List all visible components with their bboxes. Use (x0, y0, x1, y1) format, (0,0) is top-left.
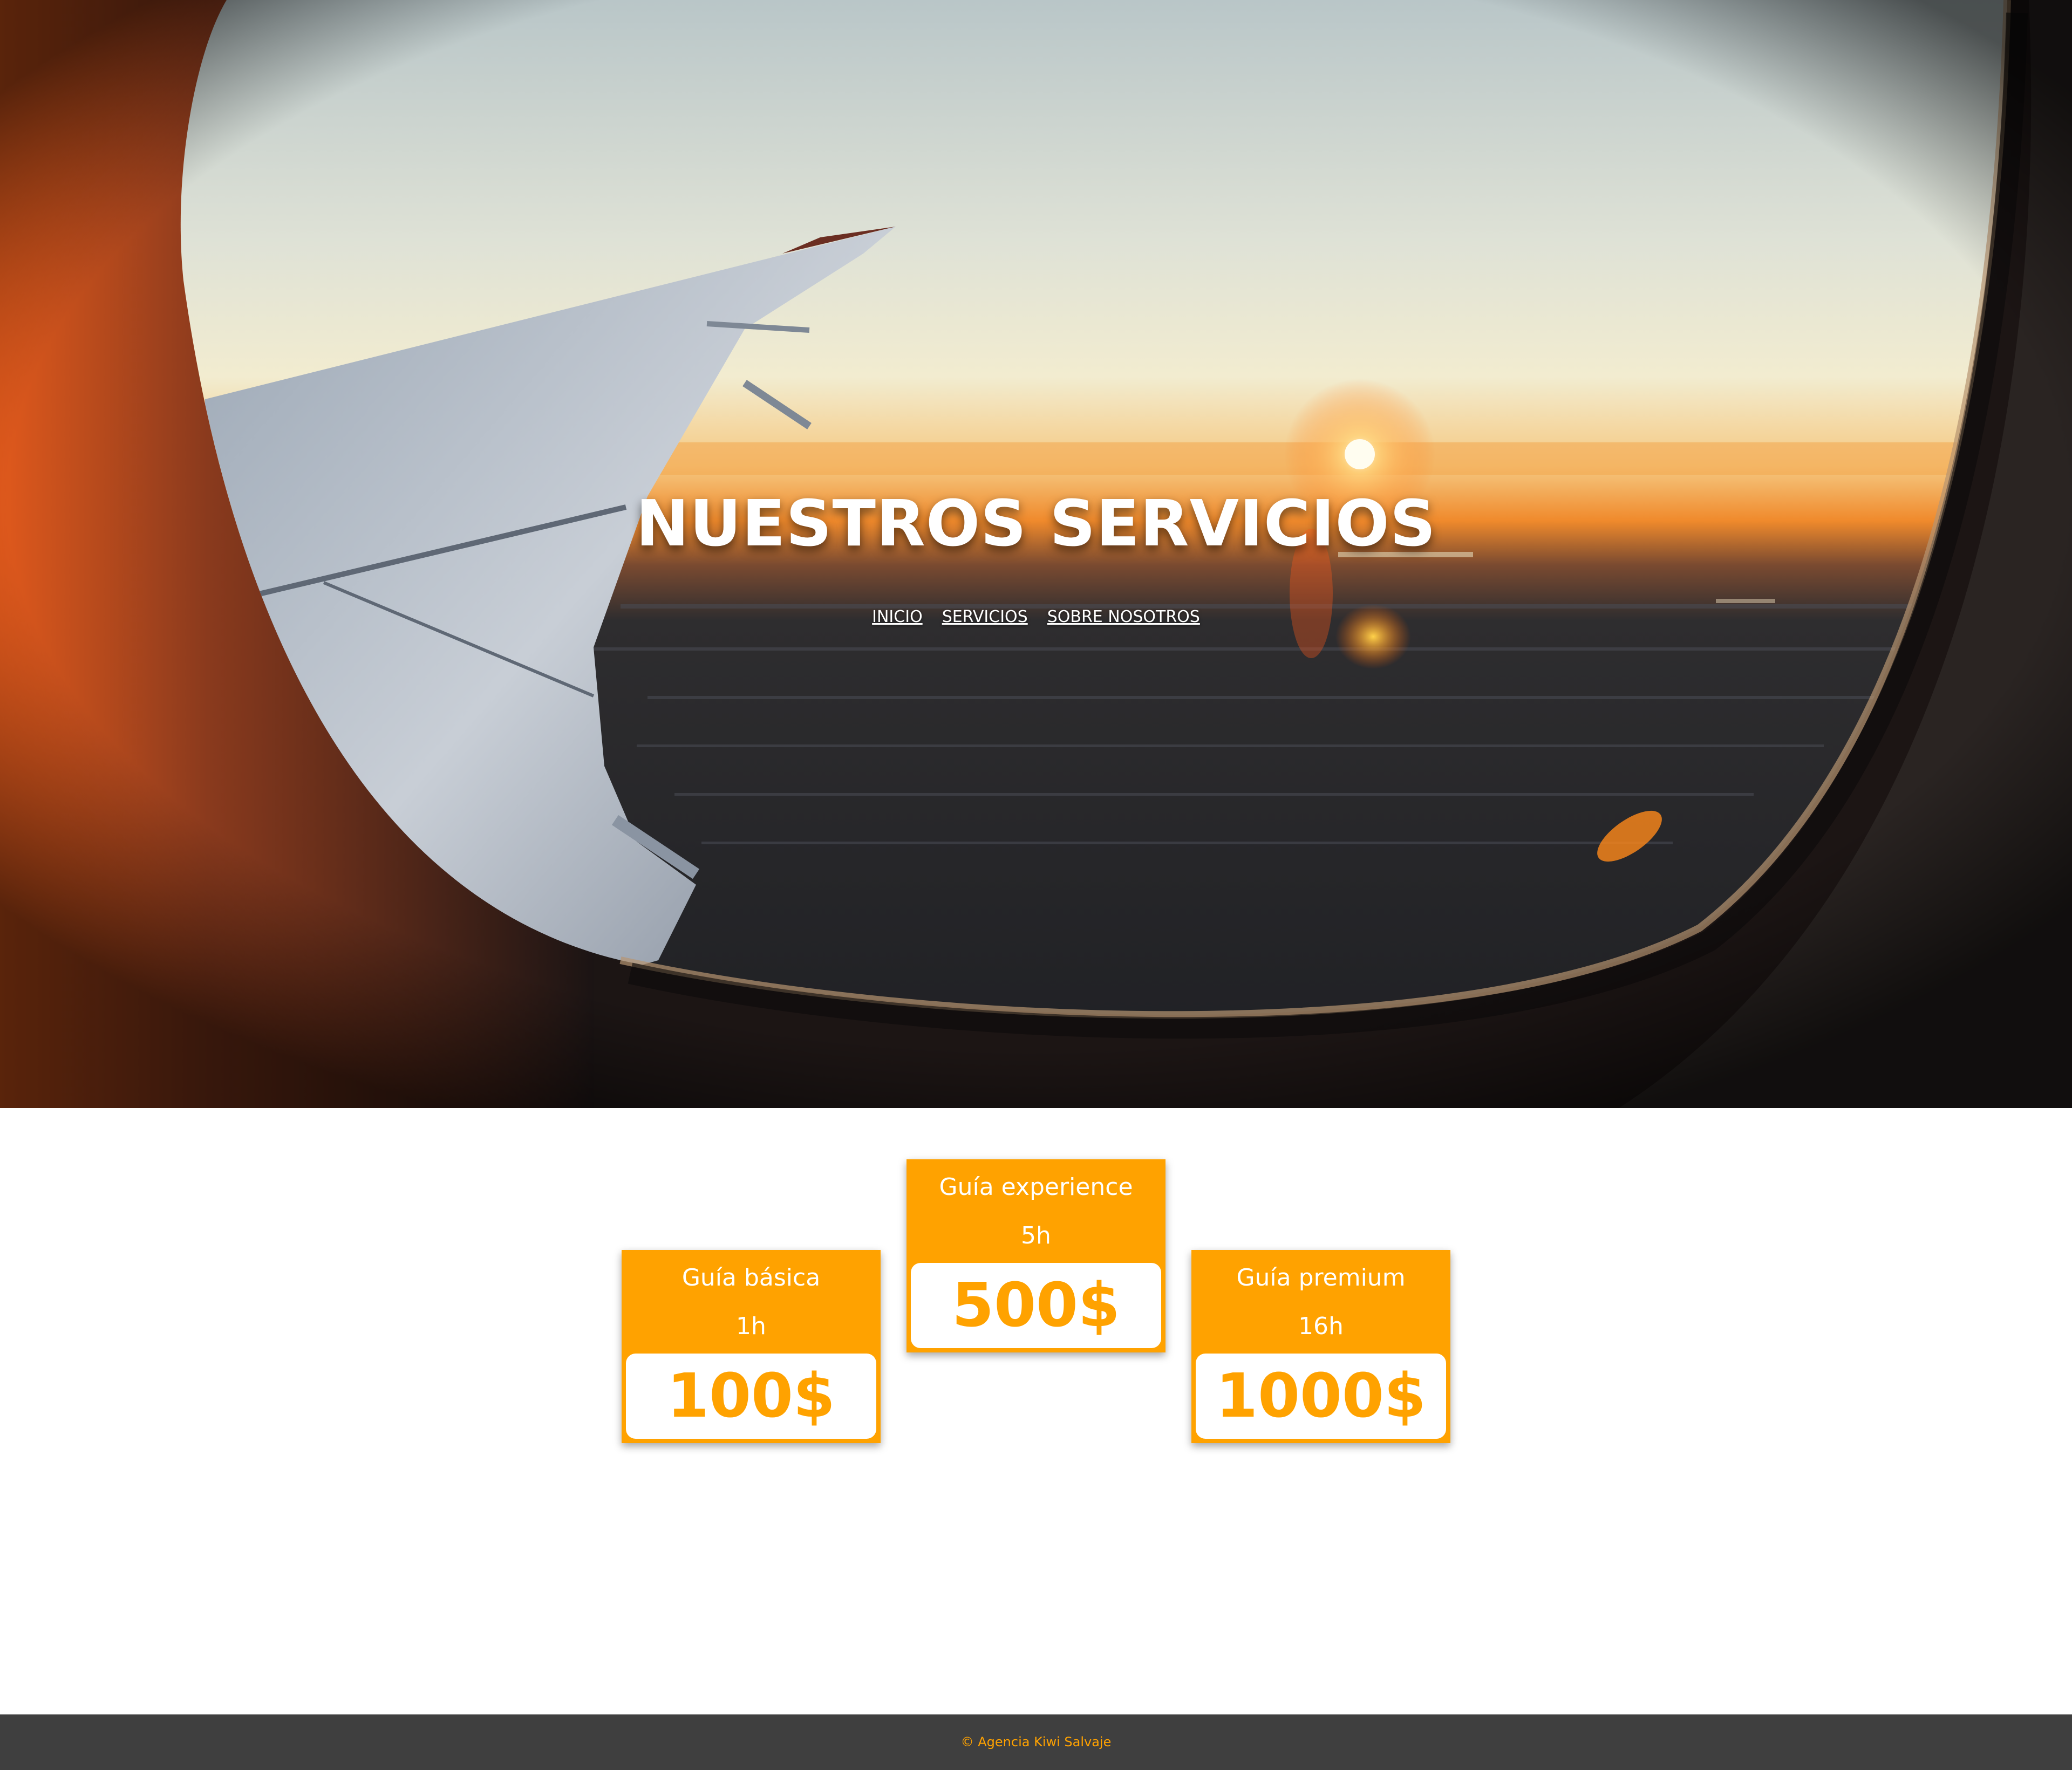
footer-copyright: © Agencia Kiwi Salvaje (960, 1734, 1112, 1750)
price-box: 500$ (911, 1263, 1161, 1348)
nav-link-inicio[interactable]: INICIO (872, 604, 923, 630)
footer: © Agencia Kiwi Salvaje (0, 1714, 2072, 1770)
service-duration: 5h (1021, 1222, 1051, 1249)
page-title: NUESTROS SERVICIOS (636, 486, 1436, 561)
service-card-experience[interactable]: Guía experience 5h 500$ (906, 1159, 1166, 1352)
service-duration: 16h (1298, 1313, 1344, 1340)
service-card-premium[interactable]: Guía premium 16h 1000$ (1191, 1250, 1450, 1443)
service-name: Guía premium (1236, 1264, 1406, 1291)
service-name: Guía básica (681, 1264, 821, 1291)
hero-section: NUESTROS SERVICIOS INICIO SERVICIOS SOBR… (0, 0, 2072, 1108)
service-card-basic[interactable]: Guía básica 1h 100$ (622, 1250, 881, 1443)
nav-link-servicios[interactable]: SERVICIOS (942, 604, 1028, 630)
price-box: 100$ (626, 1354, 876, 1439)
service-name: Guía experience (939, 1173, 1133, 1201)
service-price: 1000$ (1216, 1361, 1426, 1431)
service-duration: 1h (736, 1313, 766, 1340)
price-box: 1000$ (1196, 1354, 1446, 1439)
service-price: 500$ (952, 1270, 1120, 1341)
nav-link-sobre-nosotros[interactable]: SOBRE NOSOTROS (1047, 604, 1200, 630)
main-nav: INICIO SERVICIOS SOBRE NOSOTROS (0, 604, 2072, 630)
service-price: 100$ (667, 1361, 835, 1431)
